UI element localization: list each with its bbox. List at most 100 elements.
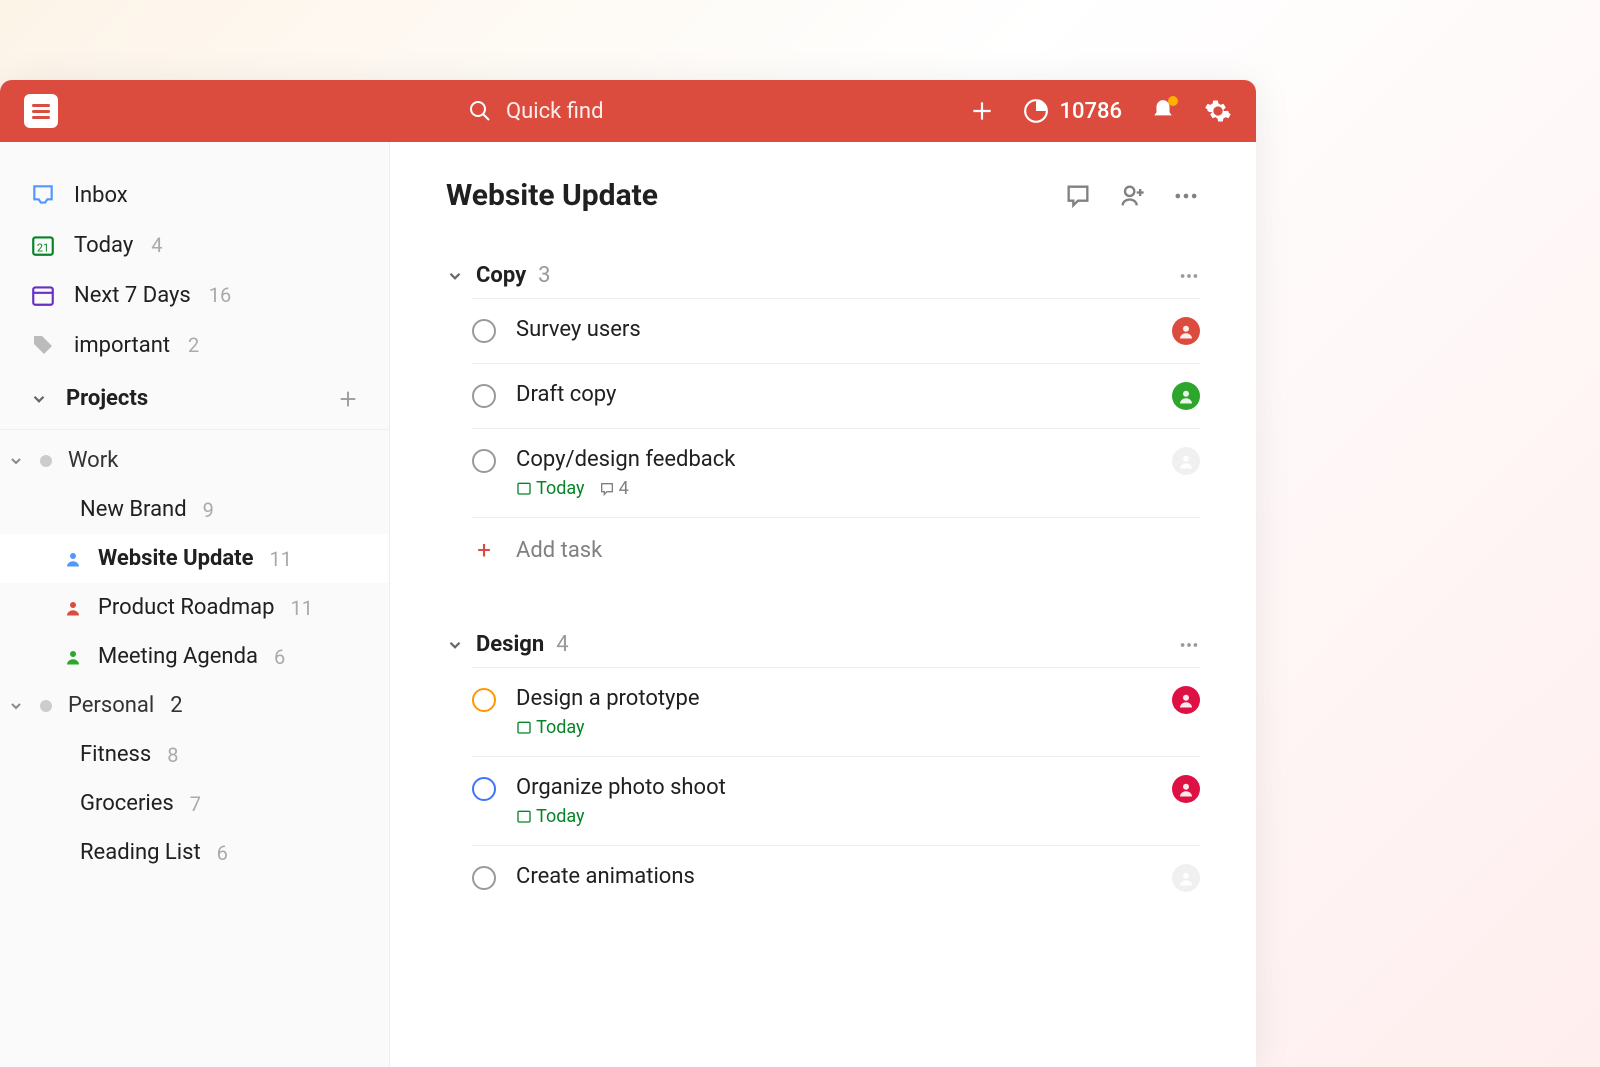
project-name: Product Roadmap — [98, 595, 274, 620]
sidebar-today[interactable]: 21 Today 4 — [0, 220, 389, 270]
karma-icon — [1023, 98, 1049, 124]
due-date: Today — [516, 806, 585, 827]
share-icon[interactable] — [1118, 182, 1146, 210]
due-date: Today — [516, 717, 585, 738]
task-row[interactable]: Draft copy — [472, 363, 1200, 428]
task-title: Survey users — [516, 317, 1152, 342]
calendar-icon — [30, 282, 56, 308]
task-comments: 4 — [599, 478, 629, 499]
project-name: Groceries — [80, 791, 174, 816]
sidebar-next-7-days[interactable]: Next 7 Days 16 — [0, 270, 389, 320]
assignee-avatar[interactable] — [1172, 686, 1200, 714]
project-item[interactable]: Groceries 7 — [0, 779, 389, 828]
task-checkbox[interactable] — [472, 384, 496, 408]
sidebar-filter-important[interactable]: important 2 — [0, 320, 389, 370]
project-name: Meeting Agenda — [98, 644, 258, 669]
search-icon — [468, 99, 492, 123]
search-placeholder: Quick find — [506, 99, 604, 124]
assignee-avatar[interactable] — [1172, 864, 1200, 892]
add-task-button[interactable]: +Add task — [472, 517, 1200, 582]
plus-icon: + — [472, 536, 496, 564]
sidebar-projects-header[interactable]: Projects — [0, 370, 389, 423]
task-checkbox[interactable] — [472, 319, 496, 343]
project-color-dot — [40, 455, 52, 467]
project-group-name: Personal — [68, 693, 154, 718]
add-project-icon[interactable] — [337, 388, 359, 410]
sidebar: Inbox 21 Today 4 Next 7 Days 16 — [0, 142, 390, 1067]
section-header[interactable]: Design 4 — [446, 622, 1200, 667]
task-row[interactable]: Create animations — [472, 845, 1200, 910]
tag-icon — [30, 332, 56, 358]
project-name: Fitness — [80, 742, 151, 767]
more-icon[interactable] — [1172, 182, 1200, 210]
assignee-avatar[interactable] — [1172, 382, 1200, 410]
chevron-down-icon — [8, 698, 24, 714]
task-title: Organize photo shoot — [516, 775, 1152, 800]
chevron-down-icon — [8, 453, 24, 469]
inbox-icon — [30, 182, 56, 208]
project-name: New Brand — [80, 497, 187, 522]
due-date: Today — [516, 478, 585, 499]
section-more-icon[interactable] — [1178, 634, 1200, 656]
task-checkbox[interactable] — [472, 777, 496, 801]
project-name: Reading List — [80, 840, 201, 865]
project-group-name: Work — [68, 448, 118, 473]
section-title: Copy — [476, 263, 526, 288]
project-icon — [64, 550, 82, 568]
svg-text:21: 21 — [37, 242, 49, 255]
main-content: Website Update Copy 3 — [390, 142, 1256, 1067]
notifications-icon[interactable] — [1150, 98, 1176, 124]
task-row[interactable]: Copy/design feedback Today 4 — [472, 428, 1200, 517]
task-checkbox[interactable] — [472, 688, 496, 712]
section-more-icon[interactable] — [1178, 265, 1200, 287]
task-title: Design a prototype — [516, 686, 1152, 711]
project-count: 6 — [217, 841, 228, 865]
project-count: 8 — [167, 743, 178, 767]
assignee-avatar[interactable] — [1172, 775, 1200, 803]
karma-score[interactable]: 10786 — [1023, 98, 1122, 124]
project-count: 11 — [290, 596, 312, 620]
page-title: Website Update — [446, 178, 658, 213]
project-item[interactable]: Reading List 6 — [0, 828, 389, 877]
quick-find[interactable]: Quick find — [468, 99, 604, 124]
task-title: Draft copy — [516, 382, 1152, 407]
project-color-dot — [40, 700, 52, 712]
task-title: Create animations — [516, 864, 1152, 889]
app-logo[interactable] — [24, 94, 58, 128]
section-count: 4 — [556, 632, 568, 657]
project-name: Website Update — [98, 546, 253, 571]
comments-icon[interactable] — [1064, 182, 1092, 210]
project-group[interactable]: Work — [0, 436, 389, 485]
project-icon — [64, 648, 82, 666]
task-row[interactable]: Design a prototype Today — [472, 667, 1200, 756]
project-group[interactable]: Personal 2 — [0, 681, 389, 730]
add-task-icon[interactable] — [969, 98, 995, 124]
section-header[interactable]: Copy 3 — [446, 253, 1200, 298]
chevron-down-icon — [446, 636, 464, 654]
chevron-down-icon — [30, 390, 48, 408]
project-count: 6 — [274, 645, 285, 669]
assignee-avatar[interactable] — [1172, 447, 1200, 475]
project-count: 11 — [269, 547, 291, 571]
notification-badge — [1168, 96, 1178, 106]
section-title: Design — [476, 632, 544, 657]
settings-icon[interactable] — [1204, 97, 1232, 125]
project-item[interactable]: Website Update 11 — [0, 534, 389, 583]
project-item[interactable]: Product Roadmap 11 — [0, 583, 389, 632]
chevron-down-icon — [446, 267, 464, 285]
sidebar-inbox[interactable]: Inbox — [0, 170, 389, 220]
project-item[interactable]: New Brand 9 — [0, 485, 389, 534]
task-title: Copy/design feedback — [516, 447, 1152, 472]
project-icon — [64, 599, 82, 617]
section-count: 3 — [538, 263, 550, 288]
today-icon: 21 — [30, 232, 56, 258]
project-count: 7 — [190, 792, 201, 816]
task-row[interactable]: Organize photo shoot Today — [472, 756, 1200, 845]
task-checkbox[interactable] — [472, 449, 496, 473]
project-item[interactable]: Meeting Agenda 6 — [0, 632, 389, 681]
project-item[interactable]: Fitness 8 — [0, 730, 389, 779]
assignee-avatar[interactable] — [1172, 317, 1200, 345]
task-checkbox[interactable] — [472, 866, 496, 890]
project-count: 9 — [203, 498, 214, 522]
task-row[interactable]: Survey users — [472, 298, 1200, 363]
